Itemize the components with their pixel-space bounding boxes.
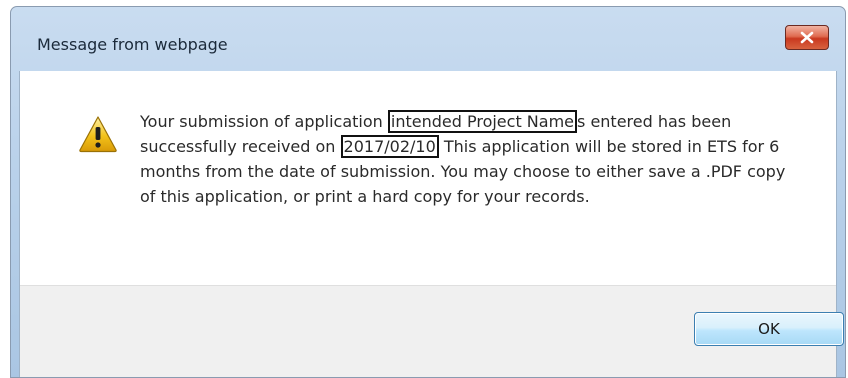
dialog-title: Message from webpage bbox=[37, 35, 228, 54]
message-part-1: Your submission of application bbox=[140, 112, 388, 131]
close-icon bbox=[800, 31, 814, 44]
screen: Message from webpage Your submission of … bbox=[0, 0, 848, 378]
close-button[interactable] bbox=[785, 25, 829, 50]
message-text: Your submission of application intended … bbox=[140, 109, 800, 209]
ok-button[interactable]: OK bbox=[694, 312, 844, 346]
warning-icon bbox=[79, 116, 117, 153]
message-area: Your submission of application intended … bbox=[20, 71, 836, 285]
button-bar: OK bbox=[20, 285, 844, 377]
project-name-highlight: intended Project Name bbox=[387, 110, 578, 133]
dialog-body: Your submission of application intended … bbox=[19, 71, 844, 377]
title-bar[interactable]: Message from webpage bbox=[11, 7, 845, 71]
date-highlight: 2017/02/10 bbox=[340, 135, 439, 158]
message-dialog: Message from webpage Your submission of … bbox=[10, 6, 846, 378]
